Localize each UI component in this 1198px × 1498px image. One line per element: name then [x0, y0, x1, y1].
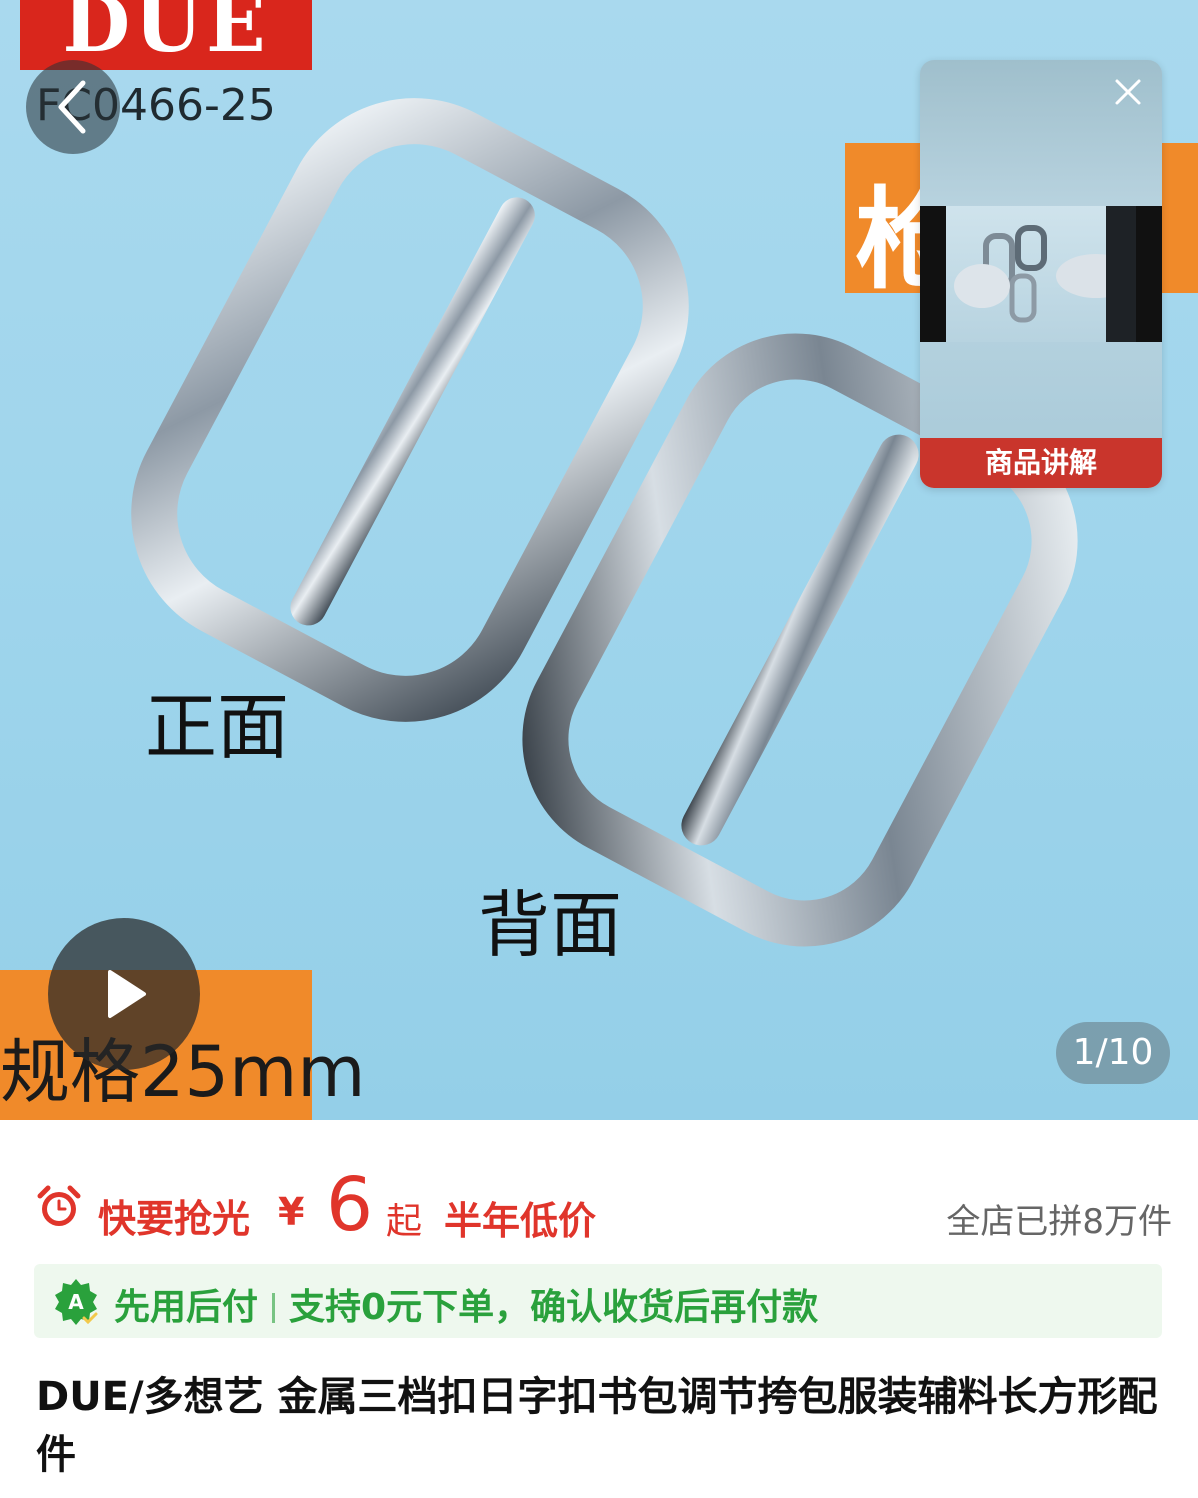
- pay-later-text: 先用后付 支持0元下单，确认收货后再付款: [114, 1278, 818, 1330]
- pay-later-title: 先用后付: [114, 1287, 259, 1328]
- back-caption: 背面: [478, 883, 623, 967]
- sold-count: 全店已拼8万件: [946, 1202, 1172, 1242]
- pay-later-divider: [272, 1293, 276, 1323]
- brand-logo: DUE: [20, 0, 312, 70]
- back-button[interactable]: [26, 60, 120, 154]
- play-video-button[interactable]: [48, 918, 200, 1070]
- price-suffix: 起: [386, 1201, 423, 1242]
- product-title: DUE/多想艺 金属三档扣日字扣书包调节挎包服装辅料长方形配件: [36, 1374, 1158, 1478]
- close-video-button[interactable]: [1108, 72, 1148, 112]
- price-value: 6: [326, 1162, 374, 1248]
- price-row: 快要抢光 ¥ 6 起 半年低价 全店已拼8万件: [0, 1160, 1198, 1260]
- video-label: 商品讲解: [920, 438, 1162, 488]
- pay-later-detail: 支持0元下单，确认收货后再付款: [289, 1287, 819, 1328]
- alarm-clock-icon: [37, 1185, 81, 1226]
- image-page-indicator: 1/10: [1056, 1022, 1170, 1084]
- close-icon: [1115, 79, 1141, 105]
- pay-later-badge-icon: A: [55, 1279, 98, 1325]
- chevron-left-icon: [58, 80, 86, 134]
- product-image-carousel[interactable]: DUE FC0466-25 枪 正面 背面 规格25mm 1/10 商品讲解: [0, 0, 1198, 1120]
- currency-symbol: ¥: [278, 1190, 305, 1234]
- svg-text:A: A: [68, 1290, 84, 1314]
- video-thumbnail: [946, 206, 1136, 342]
- floating-video-window[interactable]: 商品讲解: [920, 60, 1162, 488]
- play-icon: [108, 970, 146, 1018]
- video-frame: [920, 206, 1162, 342]
- low-price-label: 半年低价: [444, 1199, 597, 1243]
- urgent-label: 快要抢光: [98, 1197, 251, 1241]
- front-caption: 正面: [145, 685, 290, 769]
- pay-later-banner[interactable]: A 先用后付 支持0元下单，确认收货后再付款: [34, 1264, 1162, 1338]
